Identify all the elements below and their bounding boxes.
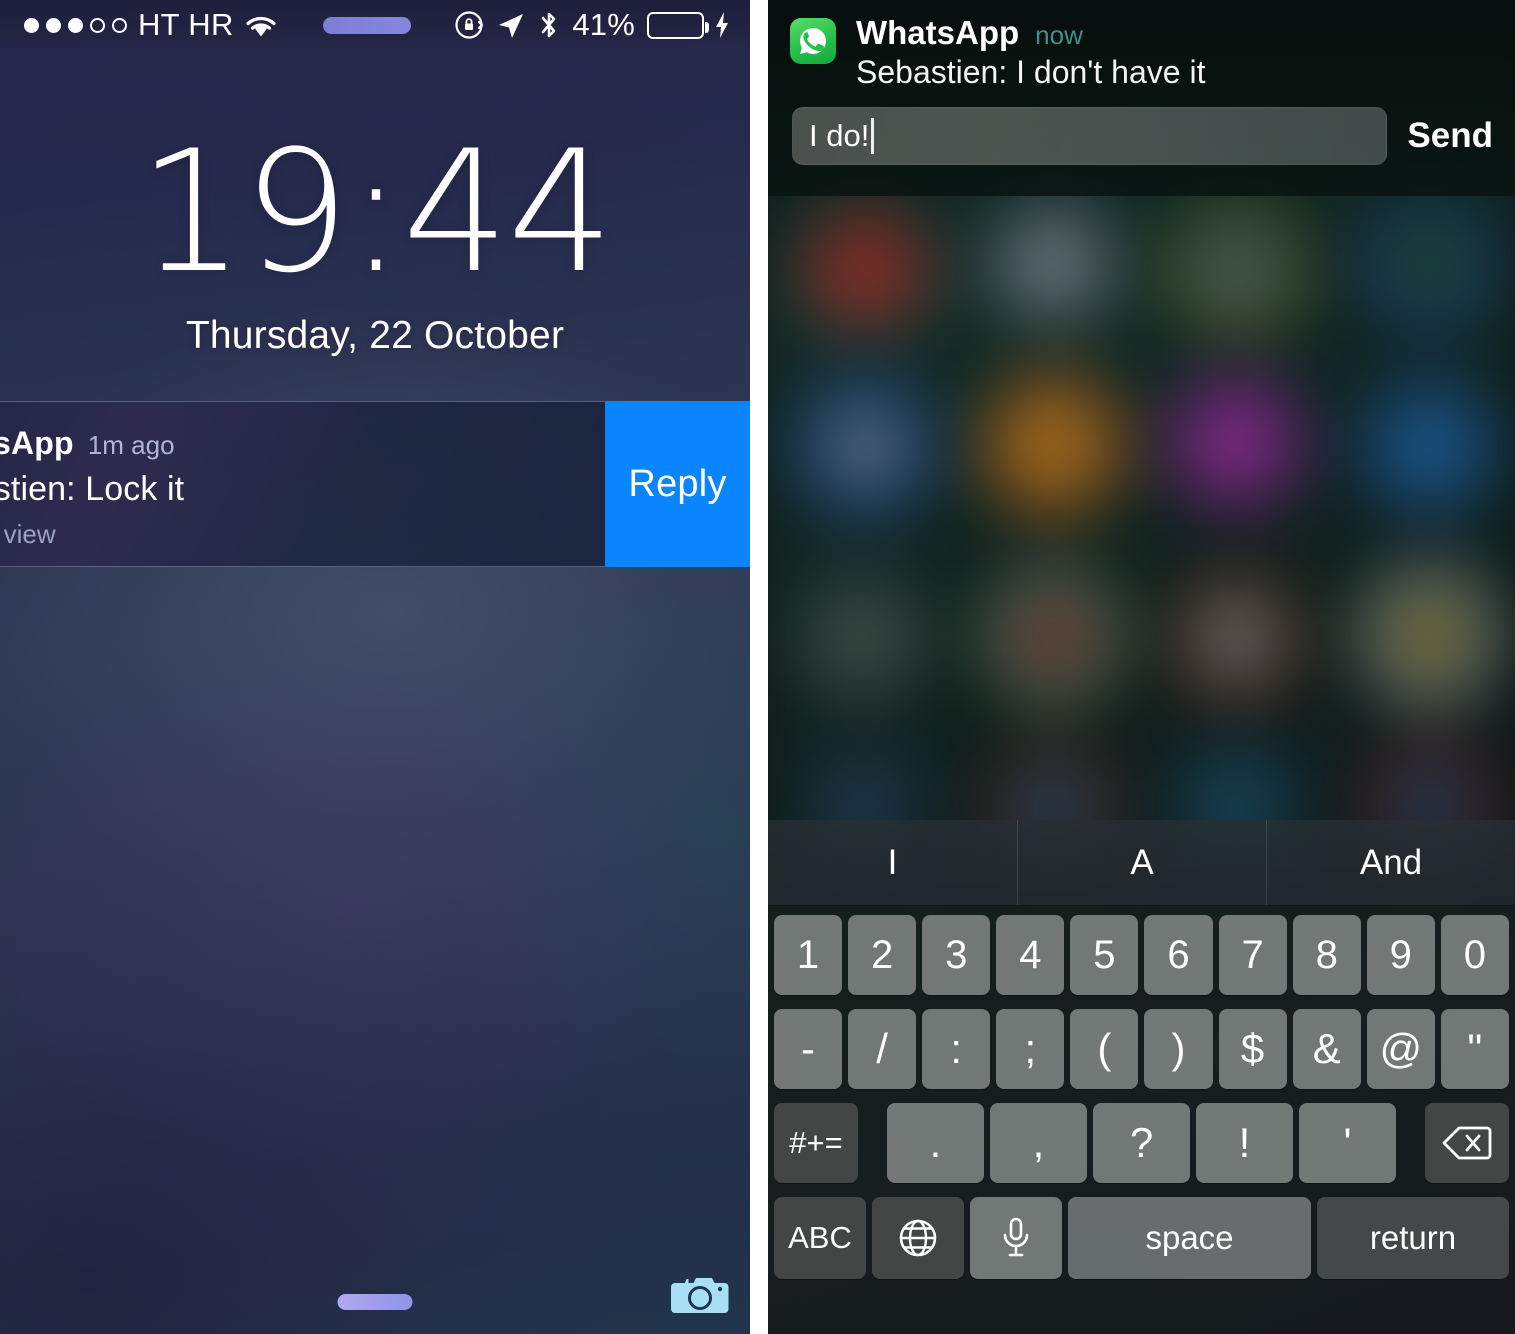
- quick-reply-screen: WhatsApp now Sebastien: I don't have it …: [768, 0, 1515, 1334]
- home-indicator[interactable]: [337, 1294, 413, 1310]
- keyboard-row-numbers: 1 2 3 4 5 6 7 8 9 0: [771, 915, 1512, 995]
- key-question[interactable]: ?: [1093, 1103, 1190, 1183]
- notification-timestamp: 1m ago: [87, 430, 175, 460]
- status-bar-pill: [322, 16, 411, 34]
- lock-bottom-bar: [0, 1244, 750, 1334]
- key-2[interactable]: 2: [848, 915, 917, 995]
- key-slash[interactable]: /: [848, 1009, 917, 1089]
- status-bar-left: HT HR: [0, 7, 279, 43]
- key-quote-double[interactable]: ": [1440, 1009, 1509, 1089]
- key-colon[interactable]: :: [922, 1009, 991, 1089]
- key-4[interactable]: 4: [996, 915, 1065, 995]
- notification-subtitle: slide to view: [0, 519, 56, 549]
- banner-app-name: WhatsApp: [856, 14, 1020, 51]
- reply-input-value: I do!: [809, 118, 870, 153]
- status-bar-right: 41%: [454, 7, 750, 43]
- banner-header: WhatsApp now Sebastien: I don't have it: [768, 0, 1515, 91]
- key-6[interactable]: 6: [1144, 915, 1213, 995]
- key-dollar[interactable]: $: [1218, 1009, 1287, 1089]
- key-period[interactable]: .: [887, 1103, 984, 1183]
- reply-input[interactable]: I do!: [792, 107, 1388, 165]
- globe-icon[interactable]: [872, 1197, 964, 1279]
- key-1[interactable]: 1: [774, 915, 843, 995]
- keyboard-row-bottom: ABC space return: [771, 1197, 1512, 1279]
- key-exclamation[interactable]: !: [1196, 1103, 1293, 1183]
- backspace-icon[interactable]: [1425, 1103, 1509, 1183]
- reply-action-button[interactable]: Reply: [605, 401, 750, 567]
- key-5[interactable]: 5: [1070, 915, 1139, 995]
- key-hyphen[interactable]: -: [774, 1009, 843, 1089]
- notification-app-name: WhatsApp: [0, 425, 74, 461]
- clock-date: Thursday, 22 October: [185, 314, 565, 357]
- numeric-symbol-keyboard: 1 2 3 4 5 6 7 8 9 0 - / : ; ( ) $ & @ " …: [768, 906, 1515, 1334]
- notification-banner: WhatsApp now Sebastien: I don't have it …: [768, 0, 1515, 196]
- dual-screenshot-container: HT HR 41% 19:44 Thursday, 22 October sAp…: [0, 0, 1515, 1334]
- carrier-label: HT HR: [138, 7, 234, 42]
- lock-screen: HT HR 41% 19:44 Thursday, 22 October sAp…: [0, 0, 750, 1334]
- key-8[interactable]: 8: [1292, 915, 1361, 995]
- key-comma[interactable]: ,: [990, 1103, 1087, 1183]
- key-apostrophe[interactable]: ': [1299, 1103, 1396, 1183]
- location-arrow-icon: [496, 10, 526, 40]
- status-bar-center: [279, 16, 455, 34]
- banner-timestamp: now: [1035, 20, 1083, 50]
- rotation-lock-icon: [454, 10, 484, 40]
- whatsapp-icon: [790, 18, 836, 64]
- key-return[interactable]: return: [1317, 1197, 1509, 1279]
- banner-text: WhatsApp now Sebastien: I don't have it: [856, 14, 1205, 91]
- battery-icon: [647, 11, 709, 39]
- keyboard-row-symbols: - / : ; ( ) $ & @ ": [771, 1009, 1512, 1089]
- key-abc-toggle[interactable]: ABC: [774, 1197, 866, 1279]
- camera-icon[interactable]: [671, 1271, 729, 1316]
- wifi-icon: [243, 11, 279, 39]
- notification-message: Sebastien: Lock it: [0, 470, 185, 508]
- key-3[interactable]: 3: [922, 915, 991, 995]
- key-7[interactable]: 7: [1218, 915, 1287, 995]
- key-symbols-toggle[interactable]: #+=: [774, 1103, 858, 1183]
- cellular-signal-dots-icon: [24, 17, 127, 33]
- banner-message: Sebastien: I don't have it: [856, 54, 1206, 90]
- clock-time: 19:44: [137, 114, 614, 310]
- predictive-suggestion-3[interactable]: And: [1266, 820, 1515, 905]
- key-paren-open[interactable]: (: [1070, 1009, 1139, 1089]
- key-paren-close[interactable]: ): [1144, 1009, 1213, 1089]
- keyboard-row-punctuation: #+= . , ? ! ': [771, 1103, 1512, 1183]
- notification-body[interactable]: WhatsApp 1m ago Sebastien: Lock it slide…: [0, 401, 605, 567]
- send-button[interactable]: Send: [1407, 116, 1493, 156]
- key-at[interactable]: @: [1366, 1009, 1435, 1089]
- status-bar: HT HR 41%: [0, 0, 750, 50]
- battery-percent-label: 41%: [572, 7, 635, 42]
- lightning-bolt-icon: [714, 11, 730, 39]
- key-0[interactable]: 0: [1440, 915, 1509, 995]
- panel-divider: [750, 0, 768, 1334]
- key-ampersand[interactable]: &: [1292, 1009, 1361, 1089]
- key-semicolon[interactable]: ;: [996, 1009, 1065, 1089]
- key-space[interactable]: space: [1068, 1197, 1311, 1279]
- reply-row: I do! Send: [768, 107, 1515, 165]
- lock-clock-area: 19:44 Thursday, 22 October: [0, 128, 750, 358]
- predictive-text-bar: I A And: [768, 820, 1515, 906]
- predictive-suggestion-2[interactable]: A: [1017, 820, 1266, 905]
- bluetooth-icon: [538, 10, 560, 40]
- key-9[interactable]: 9: [1366, 915, 1435, 995]
- microphone-icon[interactable]: [970, 1197, 1062, 1279]
- text-caret: [871, 118, 875, 154]
- lock-notification[interactable]: WhatsApp 1m ago Sebastien: Lock it slide…: [0, 401, 750, 567]
- predictive-suggestion-1[interactable]: I: [768, 820, 1017, 905]
